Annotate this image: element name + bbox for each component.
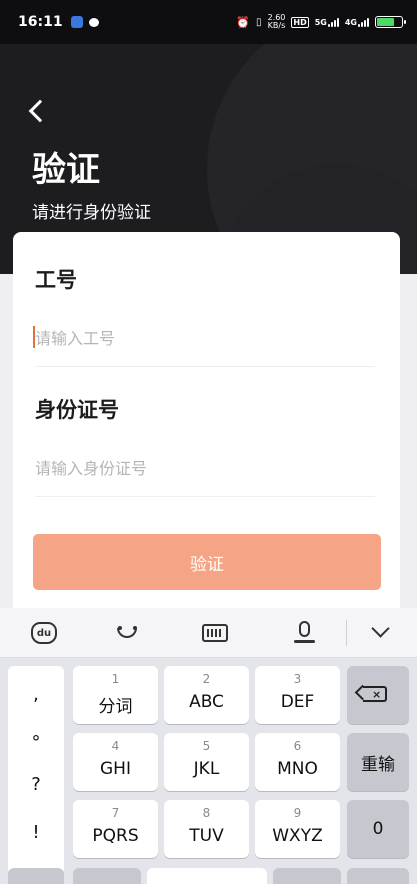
bottom-key[interactable] xyxy=(73,868,141,884)
key-8[interactable]: 8 TUV xyxy=(164,800,249,858)
status-time: 16:11 xyxy=(18,14,63,30)
backspace-icon: × xyxy=(354,684,387,702)
keyboard-switch-button[interactable] xyxy=(200,618,232,648)
divider xyxy=(35,496,375,497)
symbol-key[interactable]: ? xyxy=(8,774,64,795)
reenter-key[interactable]: 重输 xyxy=(347,733,409,791)
network-speed: 2.60 KB/s xyxy=(267,13,286,30)
key-9[interactable]: 9 WXYZ xyxy=(255,800,340,858)
symbol-key[interactable]: ! xyxy=(8,822,64,843)
key-4[interactable]: 4 GHI xyxy=(73,733,158,791)
signal-4g-icon: 4G xyxy=(345,17,369,27)
back-button[interactable] xyxy=(24,96,54,126)
backspace-key[interactable]: × xyxy=(347,666,409,724)
du-bear-button[interactable]: du xyxy=(29,618,61,648)
emoji-button[interactable] xyxy=(112,618,144,648)
key-2[interactable]: 2 ABC xyxy=(164,666,249,724)
employee-id-label: 工号 xyxy=(35,268,77,292)
vibrate-icon: ▯ xyxy=(256,16,262,28)
page-title: 验证 xyxy=(32,150,100,190)
voice-input-button[interactable] xyxy=(289,618,321,648)
toolbar-divider xyxy=(346,620,347,646)
symbol-key[interactable]: , xyxy=(8,684,64,705)
bottom-key[interactable] xyxy=(347,868,409,884)
du-bear-icon: du xyxy=(31,622,57,644)
key-3[interactable]: 3 DEF xyxy=(255,666,340,724)
bottom-key[interactable] xyxy=(273,868,341,884)
keyboard-toolbar: du xyxy=(0,608,417,658)
key-5[interactable]: 5 JKL xyxy=(164,733,249,791)
verify-form-card: 工号 身份证号 验证 xyxy=(13,232,400,632)
signal-5g-icon: 5G xyxy=(315,17,339,27)
page-subtitle: 请进行身份验证 xyxy=(32,203,151,223)
battery-icon xyxy=(375,16,406,28)
key-6[interactable]: 6 MNO xyxy=(255,733,340,791)
chat-notification-icon xyxy=(88,17,99,27)
bottom-key[interactable] xyxy=(8,868,64,884)
verify-button[interactable]: 验证 xyxy=(33,534,381,590)
key-7[interactable]: 7 PQRS xyxy=(73,800,158,858)
symbol-key[interactable]: ° xyxy=(8,732,64,753)
id-number-input[interactable] xyxy=(35,448,375,488)
status-icons: ⏰ ▯ 2.60 KB/s HD 5G 4G xyxy=(236,13,406,30)
app-notification-icon xyxy=(70,16,83,28)
symbol-column[interactable]: , ° ? ! xyxy=(8,666,64,876)
battery-level xyxy=(377,18,395,26)
status-bar: 16:11 ⏰ ▯ 2.60 KB/s HD 5G 4G xyxy=(0,0,417,44)
chevron-down-icon xyxy=(371,619,390,638)
hd-badge: HD xyxy=(291,16,309,28)
divider xyxy=(35,366,375,367)
zero-key[interactable]: 0 xyxy=(347,800,409,858)
id-number-label: 身份证号 xyxy=(35,398,119,422)
space-key[interactable] xyxy=(147,868,267,884)
chevron-left-icon xyxy=(28,99,52,123)
alarm-icon: ⏰ xyxy=(236,15,251,29)
key-1[interactable]: 1 分词 xyxy=(73,666,158,724)
employee-id-input[interactable] xyxy=(35,318,375,358)
collapse-keyboard-button[interactable] xyxy=(366,618,398,648)
